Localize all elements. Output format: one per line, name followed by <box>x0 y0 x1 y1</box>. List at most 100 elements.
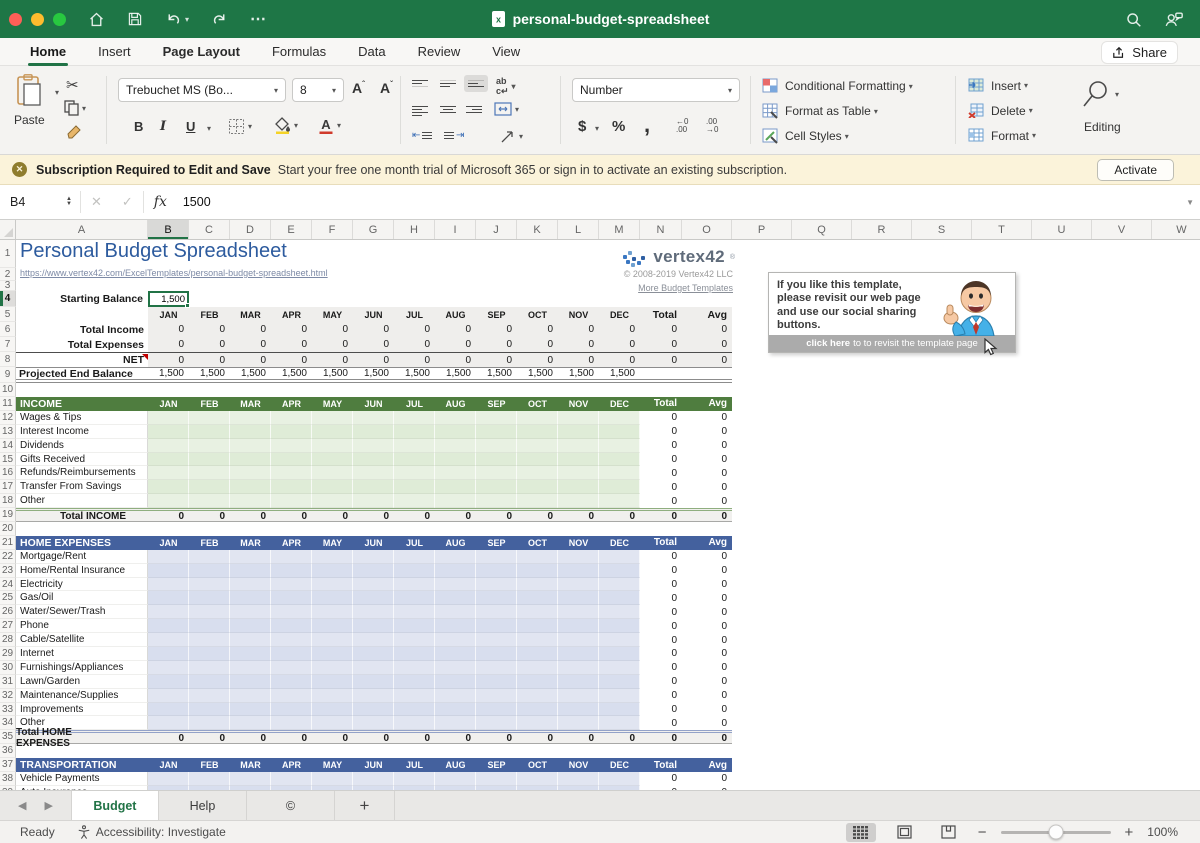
cell[interactable] <box>271 425 312 439</box>
cell[interactable]: 0 <box>558 733 599 743</box>
cell[interactable] <box>599 689 640 703</box>
cell[interactable] <box>517 480 558 494</box>
cell[interactable] <box>148 647 189 661</box>
cell[interactable] <box>435 675 476 689</box>
cell[interactable]: 0 <box>148 337 189 352</box>
orientation-dropdown-chevron[interactable]: ▾ <box>519 132 523 141</box>
avg-cell[interactable]: 0 <box>682 425 732 439</box>
insert-chevron[interactable]: ▾ <box>1024 81 1028 90</box>
avg-cell[interactable]: 0 <box>682 647 732 661</box>
cell[interactable]: 0 <box>517 353 558 367</box>
row-header[interactable]: 26 <box>0 605 16 619</box>
cell[interactable] <box>476 675 517 689</box>
cell[interactable] <box>353 564 394 578</box>
cell[interactable] <box>517 425 558 439</box>
cell[interactable]: 0 <box>189 733 230 743</box>
cell[interactable] <box>353 411 394 425</box>
cell[interactable] <box>517 494 558 508</box>
align-right-icon[interactable] <box>466 104 482 115</box>
decrease-font-size-button[interactable]: Aˇ <box>380 80 393 96</box>
cell[interactable] <box>517 466 558 480</box>
name-box-stepper[interactable]: ▲▼ <box>66 197 72 207</box>
cell[interactable] <box>271 494 312 508</box>
total-cell[interactable]: 0 <box>640 439 682 453</box>
cell[interactable] <box>271 675 312 689</box>
cell[interactable] <box>476 550 517 564</box>
cell[interactable]: 0 <box>517 322 558 337</box>
cell[interactable] <box>394 605 435 619</box>
cell[interactable]: 0 <box>148 353 189 367</box>
avg-cell[interactable]: 0 <box>682 466 732 480</box>
align-bottom-icon[interactable] <box>464 75 488 92</box>
row-header[interactable]: 10 <box>0 383 16 397</box>
align-top-icon[interactable] <box>412 78 428 89</box>
avg-cell[interactable]: 0 <box>682 591 732 605</box>
cell[interactable] <box>517 619 558 633</box>
cell[interactable] <box>476 703 517 717</box>
cell[interactable] <box>599 494 640 508</box>
text-orientation-icon[interactable]: ▾ <box>500 128 523 144</box>
cell[interactable] <box>230 716 271 730</box>
column-header[interactable]: P <box>732 220 792 239</box>
cell[interactable]: 1,500 <box>148 368 189 379</box>
column-header[interactable]: K <box>517 220 558 239</box>
column-header[interactable]: T <box>972 220 1032 239</box>
cell[interactable] <box>599 619 640 633</box>
row-header[interactable]: 30 <box>0 661 16 675</box>
cell[interactable]: 0 <box>517 733 558 743</box>
total-cell[interactable]: 0 <box>640 564 682 578</box>
normal-view-button[interactable] <box>846 823 876 842</box>
cell[interactable] <box>148 716 189 730</box>
cell[interactable] <box>189 633 230 647</box>
tab-home[interactable]: Home <box>28 40 68 63</box>
cell[interactable] <box>312 647 353 661</box>
formula-input[interactable]: 1500 <box>183 195 211 209</box>
cell[interactable] <box>517 591 558 605</box>
cell[interactable] <box>312 661 353 675</box>
cell[interactable]: 1,500 <box>353 368 394 379</box>
total-cell[interactable]: 0 <box>640 425 682 439</box>
cell-styles-chevron[interactable]: ▾ <box>845 132 849 141</box>
cell[interactable]: 0 <box>353 322 394 337</box>
cell[interactable] <box>230 703 271 717</box>
row-header[interactable]: 17 <box>0 480 16 494</box>
cell[interactable] <box>230 605 271 619</box>
name-box[interactable]: B4 <box>0 195 66 209</box>
zoom-out-button[interactable]: − <box>978 824 987 841</box>
sheet-tab-copyright[interactable]: © <box>247 791 335 820</box>
cell[interactable]: 1,500 <box>435 368 476 379</box>
activate-button[interactable]: Activate <box>1097 159 1174 181</box>
cell[interactable] <box>230 591 271 605</box>
column-header[interactable]: E <box>271 220 312 239</box>
cell[interactable] <box>148 703 189 717</box>
cell[interactable] <box>353 619 394 633</box>
cell[interactable]: 0 <box>353 733 394 743</box>
cell[interactable]: 0 <box>189 353 230 367</box>
page-break-view-button[interactable] <box>934 823 964 842</box>
cell[interactable] <box>189 550 230 564</box>
cell[interactable]: 0 <box>435 733 476 743</box>
cell[interactable]: 1,500 <box>558 368 599 379</box>
cell[interactable] <box>435 411 476 425</box>
cell[interactable] <box>394 619 435 633</box>
total-cell[interactable]: 0 <box>640 453 682 467</box>
cell[interactable] <box>189 689 230 703</box>
cell[interactable] <box>517 605 558 619</box>
select-all-corner[interactable] <box>0 220 16 239</box>
cell[interactable] <box>312 453 353 467</box>
cell[interactable] <box>476 494 517 508</box>
total-cell[interactable]: 0 <box>640 605 682 619</box>
increase-font-size-button[interactable]: Aˆ <box>352 80 365 96</box>
cell[interactable] <box>599 453 640 467</box>
currency-format-button[interactable]: $ <box>578 118 586 135</box>
cell[interactable]: 0 <box>230 353 271 367</box>
cell[interactable] <box>476 716 517 730</box>
cell[interactable] <box>558 647 599 661</box>
cell[interactable] <box>230 480 271 494</box>
cell[interactable] <box>271 466 312 480</box>
cell[interactable]: 0 <box>599 353 640 367</box>
cell[interactable] <box>230 647 271 661</box>
tab-insert[interactable]: Insert <box>96 40 133 63</box>
cell[interactable] <box>517 633 558 647</box>
cell[interactable] <box>599 550 640 564</box>
